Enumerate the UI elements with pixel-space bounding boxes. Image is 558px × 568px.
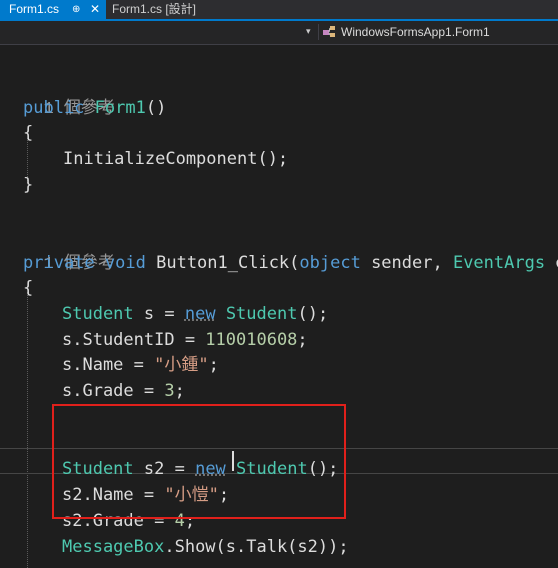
identifier: sender, [360,253,453,273]
keyword: new [184,304,216,324]
type-name: EventArgs [452,253,546,273]
type-name: Student [62,304,134,324]
method-call: .Show(s.Talk(s2)); [164,537,349,557]
type-name: MessageBox [62,537,165,557]
members-dropdown-arrow-icon[interactable]: ▾ [306,26,311,37]
keyword: object [299,253,361,273]
code-line: s.Name = "小鍾"; [62,352,219,378]
code-line: s.Grade = 3; [62,378,185,404]
highlight-annotation-box [52,404,346,519]
keyword: private [23,253,95,273]
code-line: public Form1() [23,95,166,121]
tab-form1-cs[interactable]: Form1.cs ⊕ ✕ [0,0,106,19]
code-line: } [23,172,33,198]
tab-form1-designer[interactable]: Form1.cs [設計] [106,0,226,19]
code-line: Student s = new Student(); [62,301,328,327]
identifier: s.Name = [62,355,155,375]
code-line: 1 個參考 [23,224,114,274]
code-line: 1 個參考 [23,69,114,119]
keyword: public [23,98,85,118]
brace: { [23,278,34,298]
punctuation: ; [208,355,219,375]
identifier: s.StudentID = [62,330,206,350]
pin-icon[interactable]: ⊕ [72,0,80,19]
tab-label: Form1.cs [9,2,60,16]
method-name: Form1 [94,98,146,118]
keyword: void [104,253,146,273]
indent-guide [27,292,28,568]
identifier: s.Grade = [62,381,165,401]
string-literal: "小鍾" [154,355,209,375]
class-selector-dropdown[interactable]: WindowsFormsApp1.Form1 [322,21,490,44]
class-icon [323,25,335,37]
punctuation: () [145,98,167,118]
navigation-bar: ▾ WindowsFormsApp1.Form1 [0,21,558,45]
document-tab-bar: Form1.cs ⊕ ✕ Form1.cs [設計] [0,0,558,21]
code-line: s.StudentID = 110010608; [62,327,308,353]
divider [318,24,319,40]
number-literal: 3 [164,381,175,401]
code-line: InitializeComponent(); [63,146,288,172]
number-literal: 110010608 [205,330,298,350]
class-selector-label: WindowsFormsApp1.Form1 [341,25,490,39]
brace: { [23,123,34,143]
punctuation: ; [297,330,308,350]
code-line: { [23,275,33,301]
method-call: InitializeComponent(); [63,149,289,169]
brace: } [23,175,34,195]
code-line: MessageBox.Show(s.Talk(s2)); [62,534,349,560]
identifier: e) [545,253,558,273]
punctuation: (); [297,304,329,324]
punctuation: ; [174,381,185,401]
code-line: { [23,120,33,146]
type-name: Student [225,304,298,324]
tab-label: Form1.cs [設計] [112,2,197,16]
method-name: Button1_Click( [156,253,300,273]
identifier: s = [133,304,185,324]
code-line: private void Button1_Click(object sender… [23,250,558,276]
close-icon[interactable]: ✕ [90,0,100,19]
